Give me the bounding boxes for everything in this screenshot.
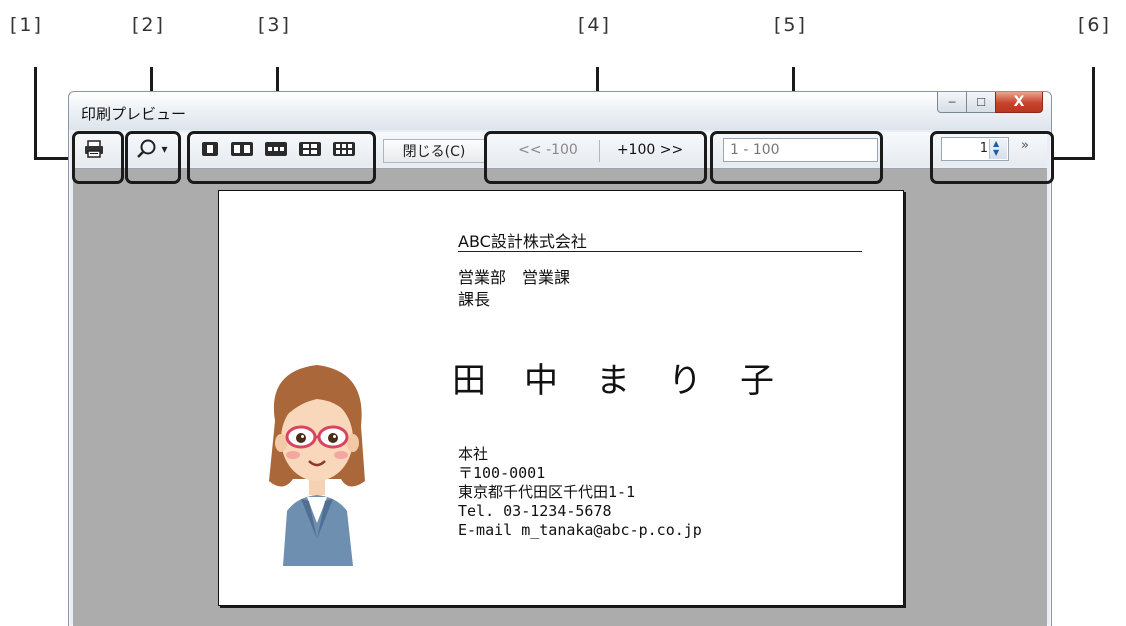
callout-box-6 xyxy=(930,131,1054,184)
department-title: 営業部 営業課 課長 xyxy=(458,268,571,309)
address-block: 本社 〒100-0001 東京都千代田区千代田1-1 Tel. 03-1234-… xyxy=(458,445,702,539)
business-card-page: ABC設計株式会社 営業部 営業課 課長 田 中 ま り 子 本社 〒100-0… xyxy=(218,190,904,606)
callout-line-1 xyxy=(34,67,37,160)
minimize-icon: ─ xyxy=(948,95,956,109)
callout-label-1: [1] xyxy=(10,14,43,36)
avatar-illustration xyxy=(269,365,365,566)
window-title: 印刷プレビュー xyxy=(81,105,187,123)
callout-label-6: [6] xyxy=(1078,14,1111,36)
window-controls: ─ ☐ X xyxy=(937,92,1043,114)
title-bar[interactable]: 印刷プレビュー ─ ☐ X xyxy=(69,92,1051,130)
callout-box-1 xyxy=(72,131,124,184)
callout-label-4: [4] xyxy=(578,14,611,36)
callout-label-2: [2] xyxy=(132,14,165,36)
company-underline xyxy=(458,251,862,252)
callout-label-3: [3] xyxy=(258,14,291,36)
person-name: 田 中 ま り 子 xyxy=(452,361,776,401)
callout-label-5: [5] xyxy=(774,14,807,36)
close-icon: X xyxy=(1013,94,1025,110)
company-name: ABC設計株式会社 xyxy=(458,232,587,251)
maximize-icon: ☐ xyxy=(976,95,986,109)
callout-box-2 xyxy=(125,131,181,184)
preview-canvas: ABC設計株式会社 営業部 営業課 課長 田 中 ま り 子 本社 〒100-0… xyxy=(73,168,1047,626)
minimize-button[interactable]: ─ xyxy=(937,92,967,113)
close-window-button[interactable]: X xyxy=(995,92,1043,113)
callout-box-5 xyxy=(710,131,883,184)
callout-line-6-horizontal xyxy=(1052,157,1095,160)
maximize-button[interactable]: ☐ xyxy=(966,92,996,113)
callout-box-4 xyxy=(484,131,707,184)
callout-line-6 xyxy=(1092,67,1095,160)
close-preview-button[interactable]: 閉じる(C) xyxy=(383,139,485,163)
callout-box-3 xyxy=(187,131,376,184)
